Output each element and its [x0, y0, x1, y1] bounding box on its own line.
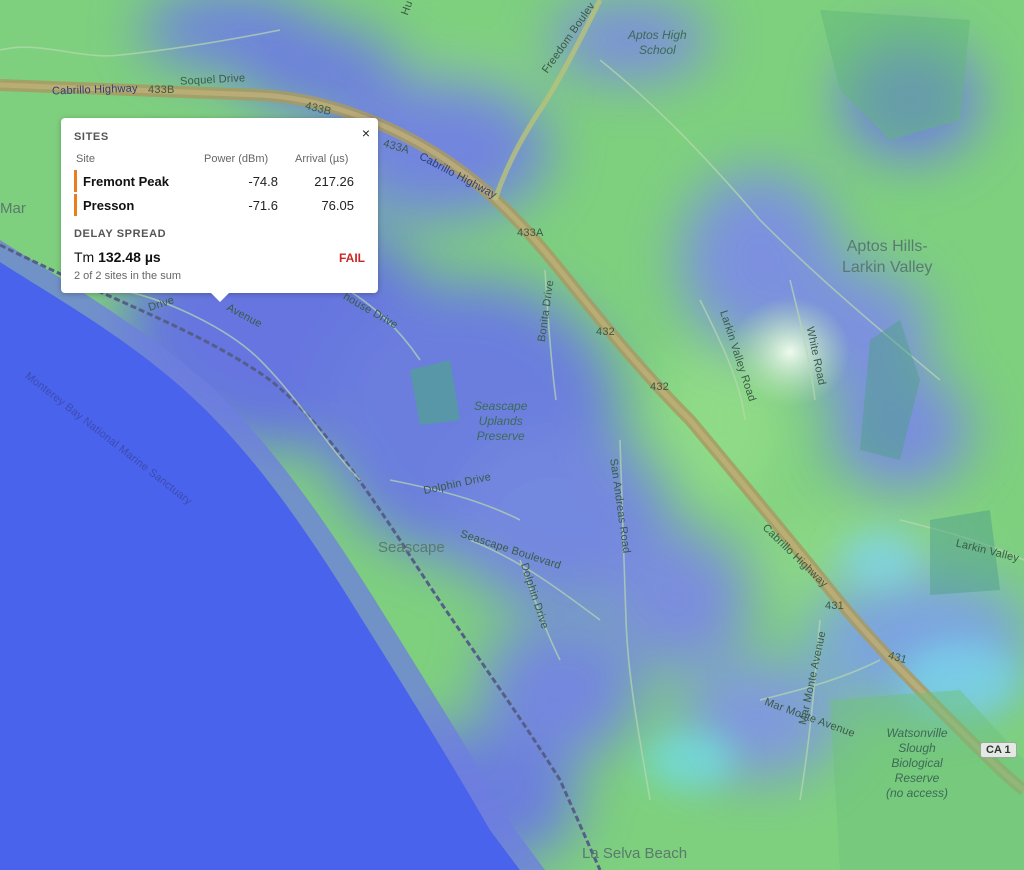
tm-label: Tm: [74, 249, 95, 265]
tm-number: 132.48 µs: [98, 249, 161, 265]
column-header-arrival: Arrival (µs): [295, 153, 349, 165]
site-arrival: 76.05: [321, 198, 354, 213]
delay-spread-heading: DELAY SPREAD: [74, 228, 167, 240]
close-icon[interactable]: ×: [362, 125, 370, 141]
column-header-site: Site: [76, 153, 95, 165]
sites-heading: SITES: [74, 131, 109, 143]
site-name: Fremont Peak: [83, 174, 169, 189]
route-shield-ca1: CA 1: [980, 742, 1017, 758]
site-arrival: 217.26: [314, 174, 354, 189]
signal-hotspot: [730, 297, 850, 407]
coverage-map[interactable]: Soquel Drive Cabrillo Highway Cabrillo H…: [0, 0, 1024, 870]
status-badge: FAIL: [339, 251, 365, 265]
site-row[interactable]: Fremont Peak -74.8 217.26: [74, 170, 364, 192]
site-accent-bar: [74, 194, 77, 216]
sites-popup: × SITES Site Power (dBm) Arrival (µs) Fr…: [61, 118, 378, 302]
site-name: Presson: [83, 198, 135, 213]
tm-value: Tm 132.48 µs: [74, 249, 161, 265]
column-header-power: Power (dBm): [204, 153, 269, 165]
site-power: -71.6: [248, 198, 278, 213]
site-power: -74.8: [248, 174, 278, 189]
popup-pointer: [211, 293, 229, 302]
site-row[interactable]: Presson -71.6 76.05: [74, 194, 364, 216]
sites-summary-note: 2 of 2 sites in the sum: [74, 270, 181, 282]
site-accent-bar: [74, 170, 77, 192]
